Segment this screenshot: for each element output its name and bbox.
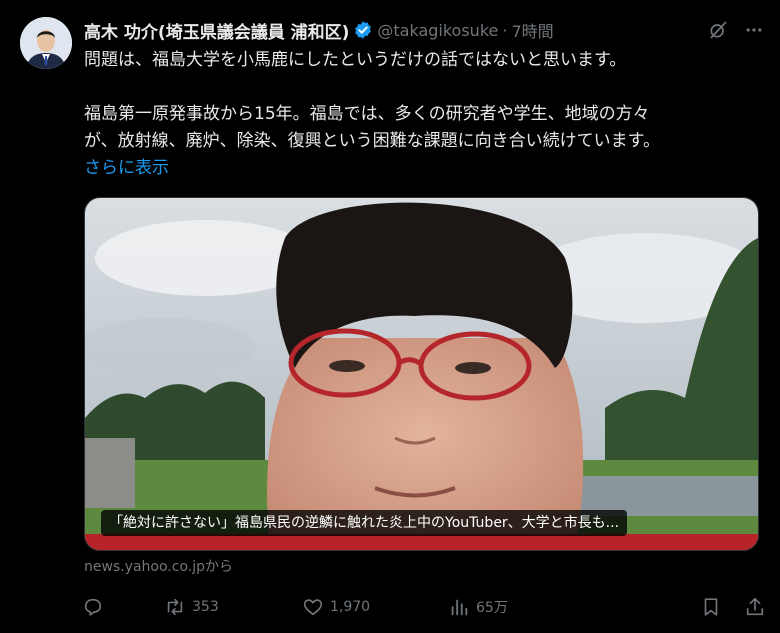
like-count: 1,970 <box>330 599 371 615</box>
separator-dot: · <box>502 20 508 40</box>
retweet-button[interactable]: 353 <box>164 596 302 618</box>
author-avatar[interactable] <box>20 17 72 69</box>
tweet-actions: 353 1,970 65万 <box>82 594 766 620</box>
retweet-icon <box>167 598 183 616</box>
author-name[interactable]: 高木 功介(埼玉県議会議員 浦和区) <box>84 18 349 43</box>
reply-button[interactable] <box>82 596 164 618</box>
views-button[interactable]: 65万 <box>448 596 600 618</box>
bookmark-icon <box>704 598 718 616</box>
views-icon <box>451 599 468 616</box>
grok-icon[interactable] <box>708 20 728 40</box>
bookmark-button[interactable] <box>700 596 722 618</box>
verified-badge-icon <box>355 21 372 39</box>
link-source[interactable]: news.yahoo.co.jpから <box>84 556 233 576</box>
tweet-paragraph-1: 問題は、福島大学を小馬鹿にしたというだけの話ではないと思います。 <box>84 50 627 70</box>
link-card-title[interactable]: 「絶対に許さない」福島県民の逆鱗に触れた炎上中のYouTuber、大学と市長も.… <box>101 510 628 536</box>
share-button[interactable] <box>744 596 766 618</box>
news-photo <box>85 198 758 550</box>
tweet-text: 問題は、福島大学を小馬鹿にしたというだけの話ではないと思います。 福島第一原発事… <box>84 47 764 182</box>
like-button[interactable]: 1,970 <box>302 596 448 618</box>
avatar-photo <box>20 17 72 69</box>
heart-icon <box>303 599 323 616</box>
link-card-image[interactable]: 「絶対に許さない」福島県民の逆鱗に触れた炎上中のYouTuber、大学と市長も.… <box>84 197 759 551</box>
author-handle[interactable]: @takagikosuke <box>377 21 498 40</box>
show-more-link[interactable]: さらに表示 <box>84 158 169 178</box>
tweet-paragraph-2-line-2: が、放射線、廃炉、除染、復興という困難な課題に向き合い続けています。 <box>84 131 660 151</box>
views-count: 65万 <box>476 600 508 616</box>
retweet-count: 353 <box>192 599 219 615</box>
tweet-paragraph-2-line-1: 福島第一原発事故から15年。福島では、多くの研究者や学生、地域の方々 <box>84 104 650 124</box>
share-icon <box>746 597 764 616</box>
tweet-timestamp[interactable]: 7時間 <box>511 18 553 42</box>
more-options-icon[interactable] <box>744 20 764 40</box>
tweet-header: 高木 功介(埼玉県議会議員 浦和区) @takagikosuke · 7時間 <box>84 17 764 43</box>
reply-icon <box>84 598 102 616</box>
